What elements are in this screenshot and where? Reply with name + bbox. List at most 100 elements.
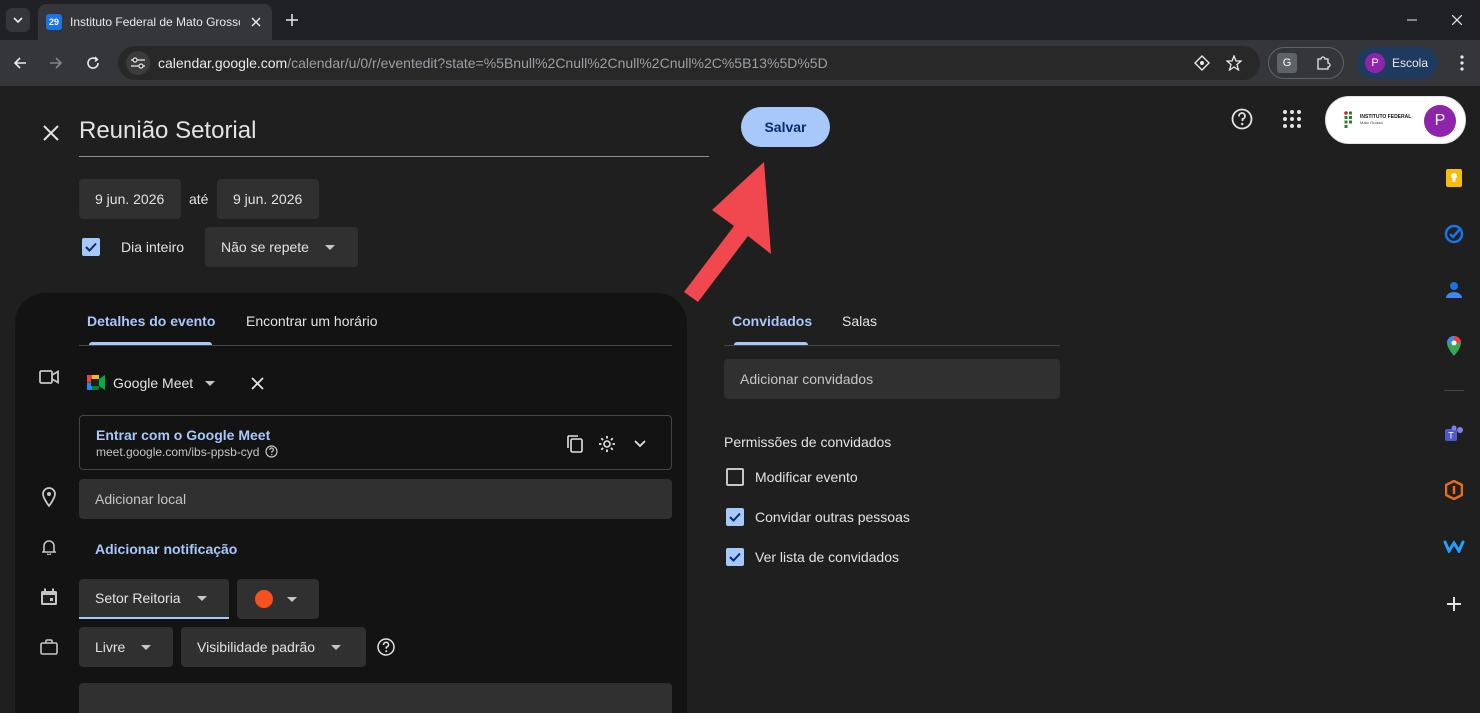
close-icon	[43, 125, 59, 141]
gear-icon	[599, 436, 615, 452]
chevron-down-icon	[287, 596, 297, 602]
profile-button[interactable]: P Escola	[1357, 47, 1438, 79]
close-icon	[251, 17, 261, 27]
webex-icon[interactable]	[1442, 534, 1466, 558]
tab-close-button[interactable]	[248, 14, 264, 30]
keep-icon[interactable]	[1442, 166, 1466, 190]
rail-divider	[1444, 390, 1464, 391]
help-button[interactable]	[1229, 106, 1255, 132]
tab-rooms[interactable]: Salas	[842, 313, 877, 329]
bell-icon	[37, 535, 61, 559]
window-close-button[interactable]	[1434, 0, 1480, 40]
tune-icon	[131, 57, 145, 69]
tab-list-button[interactable]	[6, 8, 30, 32]
conference-select[interactable]: Google Meet	[113, 375, 216, 391]
close-icon	[250, 376, 264, 390]
reload-button[interactable]	[81, 51, 105, 75]
chevron-down-icon	[331, 644, 342, 650]
meet-url-text: meet.google.com/ibs-ppsb-cyd	[96, 445, 260, 459]
check-icon	[85, 242, 97, 252]
calendar-select[interactable]: Setor Reitoria	[79, 579, 229, 619]
lens-button[interactable]	[1190, 51, 1214, 75]
tab-title: Instituto Federal de Mato Grosso	[70, 15, 240, 29]
event-title-input[interactable]: Reunião Setorial	[79, 112, 709, 157]
browser-tab[interactable]: 29 Instituto Federal de Mato Grosso	[38, 4, 272, 40]
start-date-field[interactable]: 9 jun. 2026	[79, 179, 181, 219]
visibility-select[interactable]: Visibilidade padrão	[181, 627, 366, 667]
plus-icon	[286, 14, 298, 26]
more-vert-icon	[1460, 55, 1464, 71]
diamond-icon	[1194, 55, 1210, 71]
ifmt-logo-icon	[1344, 111, 1352, 128]
calendar-value: Setor Reitoria	[95, 590, 181, 606]
tab-find-time[interactable]: Encontrar um horário	[246, 313, 378, 329]
chevron-down-icon	[324, 244, 335, 250]
contacts-icon[interactable]	[1442, 278, 1466, 302]
tab-guests[interactable]: Convidados	[732, 313, 812, 329]
all-day-checkbox[interactable]	[82, 238, 100, 256]
url-path: /calendar/u/0/r/eventedit?state=%5Bnull%…	[287, 55, 828, 71]
availability-select[interactable]: Livre	[79, 627, 173, 667]
extensions-group: G	[1268, 47, 1344, 79]
briefcase-icon	[37, 635, 61, 659]
meet-settings-button[interactable]	[597, 434, 617, 454]
extensions-button[interactable]	[1313, 53, 1333, 73]
repeat-select[interactable]: Não se repete	[205, 227, 358, 267]
side-panel-rail: T	[1428, 86, 1480, 697]
browser-menu-button[interactable]	[1450, 51, 1474, 75]
availability-value: Livre	[95, 639, 126, 655]
org-logo-text: INSTITUTO FEDERAL Mato Grosso	[1360, 114, 1411, 126]
permission-invite-checkbox[interactable]	[726, 508, 744, 526]
guests-tab-divider	[724, 345, 1060, 346]
visibility-help-button[interactable]	[376, 637, 396, 657]
new-tab-button[interactable]	[280, 8, 304, 32]
chevron-down-icon	[141, 644, 152, 650]
permission-modify-checkbox[interactable]	[726, 468, 744, 486]
expand-meet-button[interactable]	[630, 434, 650, 454]
permission-see-list-label: Ver lista de convidados	[755, 549, 899, 565]
teams-icon[interactable]: T	[1442, 422, 1466, 446]
event-color-select[interactable]	[237, 579, 319, 619]
calendar-favicon-icon: 29	[46, 14, 62, 30]
puzzle-icon	[1317, 56, 1331, 70]
star-icon	[1226, 55, 1242, 71]
close-editor-button[interactable]	[38, 120, 64, 146]
guest-permissions-title: Permissões de convidados	[724, 434, 892, 450]
add-icon[interactable]	[1442, 592, 1466, 616]
chevron-down-icon	[13, 17, 23, 23]
maps-icon[interactable]	[1442, 334, 1466, 358]
repeat-value: Não se repete	[221, 239, 309, 255]
meet-url: meet.google.com/ibs-ppsb-cyd	[96, 445, 278, 459]
forward-button[interactable]	[44, 51, 68, 75]
calendar-icon	[37, 585, 61, 609]
arrow-left-icon	[13, 57, 26, 69]
address-bar[interactable]: calendar.google.com/calendar/u/0/r/event…	[118, 46, 1260, 80]
save-button[interactable]: Salvar	[741, 107, 830, 147]
copy-button[interactable]	[565, 434, 585, 454]
add-notification-link[interactable]: Adicionar notificação	[95, 541, 237, 557]
annotation-arrow	[684, 162, 771, 302]
help-icon	[377, 638, 395, 656]
check-icon	[729, 552, 741, 562]
permission-see-list-checkbox[interactable]	[726, 548, 744, 566]
tab-event-details[interactable]: Detalhes do evento	[87, 313, 215, 329]
visibility-value: Visibilidade padrão	[197, 639, 316, 655]
browser-toolbar: calendar.google.com/calendar/u/0/r/event…	[0, 40, 1480, 86]
help-icon[interactable]	[265, 445, 278, 458]
remove-conference-button[interactable]	[248, 374, 266, 392]
end-date-field[interactable]: 9 jun. 2026	[217, 179, 319, 219]
office-icon[interactable]	[1442, 478, 1466, 502]
description-field[interactable]	[79, 683, 672, 713]
location-input[interactable]: Adicionar local	[79, 479, 672, 519]
check-icon	[729, 512, 741, 522]
tasks-icon[interactable]	[1442, 222, 1466, 246]
back-button[interactable]	[8, 51, 32, 75]
add-guests-input[interactable]: Adicionar convidados	[724, 359, 1060, 399]
arrow-right-icon	[50, 57, 63, 69]
apps-button[interactable]	[1279, 106, 1305, 132]
join-meet-link[interactable]: Entrar com o Google Meet	[96, 427, 270, 443]
bookmark-button[interactable]	[1222, 51, 1246, 75]
translate-icon[interactable]: G	[1277, 53, 1297, 73]
chevron-down-icon	[196, 595, 207, 601]
site-info-button[interactable]	[126, 51, 150, 75]
